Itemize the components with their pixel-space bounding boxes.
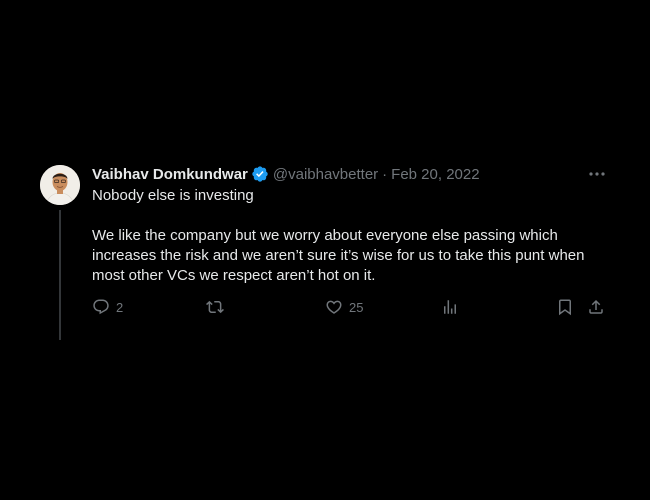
more-horizontal-icon[interactable] [586, 166, 608, 182]
like-count: 25 [349, 299, 364, 315]
reply-count: 2 [116, 299, 124, 315]
bookmark-button[interactable] [556, 298, 574, 316]
heart-icon [325, 298, 343, 316]
share-button[interactable] [587, 298, 605, 316]
action-bar: 2 25 [92, 298, 612, 320]
avatar[interactable] [40, 165, 80, 205]
tweet-date[interactable]: Feb 20, 2022 [391, 166, 479, 183]
reply-icon [92, 298, 110, 316]
retweet-icon [206, 298, 224, 316]
author-handle[interactable]: @vaibhavbetter [273, 166, 378, 183]
thread-line [59, 210, 61, 340]
tweet-header: Vaibhav Domkundwar @vaibhavbetter · Feb … [92, 162, 612, 186]
analytics-icon [441, 298, 459, 316]
verified-badge-icon [251, 165, 269, 183]
tweet-text: Nobody else is investing We like the com… [92, 186, 612, 286]
reply-button[interactable]: 2 [92, 298, 123, 316]
tweet-paragraph: Nobody else is investing [92, 187, 254, 204]
separator-dot: · [382, 165, 388, 183]
author-name[interactable]: Vaibhav Domkundwar [92, 166, 248, 183]
tweet-content: Vaibhav Domkundwar @vaibhavbetter · Feb … [92, 162, 612, 316]
like-button[interactable]: 25 [325, 298, 363, 316]
share-icon [587, 298, 605, 316]
views-button[interactable] [441, 298, 465, 316]
retweet-button[interactable] [206, 298, 230, 316]
tweet-paragraph: We like the company but we worry about e… [92, 227, 585, 284]
bookmark-icon [556, 298, 574, 316]
